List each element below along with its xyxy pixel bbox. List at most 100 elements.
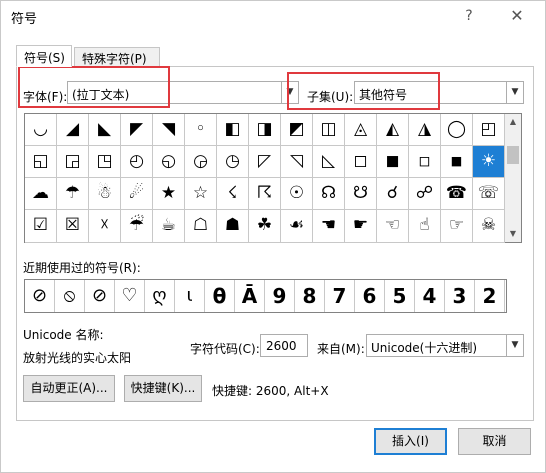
symbol-cell[interactable]: ◤ [121,114,153,146]
symbol-cell[interactable]: ◼ [377,146,409,178]
symbol-cell[interactable]: ◲ [57,146,89,178]
recent-symbol-cell[interactable]: θ [205,280,235,312]
symbol-cell[interactable]: ☈ [249,178,281,210]
cancel-button[interactable]: 取消 [458,428,531,455]
char-code-value: 2600 [266,339,297,353]
from-label: 来自(M): [317,342,365,356]
symbol-cell[interactable]: ◵ [153,146,185,178]
recent-symbol-cell[interactable]: ღ [145,280,175,312]
symbol-cell[interactable]: ◯ [441,114,473,146]
symbol-cell[interactable]: ☃ [89,178,121,210]
symbol-cell[interactable]: ☛ [345,210,377,243]
symbol-cell[interactable]: ◳ [89,146,121,178]
symbol-cell[interactable]: ◹ [281,146,313,178]
symbol-cell[interactable]: ☏ [473,178,505,210]
symbol-cell[interactable]: ☜ [377,210,409,243]
symbol-cell[interactable]: ◺ [313,146,345,178]
symbol-cell[interactable]: ☁ [25,178,57,210]
symbol-cell[interactable]: ☎ [441,178,473,210]
tab-special-characters[interactable]: 特殊字符(P) [74,47,160,67]
symbol-cell[interactable]: ◮ [409,114,441,146]
symbol-cell[interactable]: ◬ [345,114,377,146]
symbol-cell[interactable]: ◱ [25,146,57,178]
autocorrect-button[interactable]: 自动更正(A)... [23,375,115,402]
help-icon[interactable]: ? [458,6,480,26]
symbol-grid: ◡ ◢ ◣ ◤ ◥ ◦ ◧ ◨ ◩ ◫ ◬ ◭ ◮ ◯ ◰ ◱ ◲ ◳ ◴ ◵ ◶ ◷ ◸ ◹ ◺ ◻ ◼ ◽ ◾ ☀ ☁ ☂ ☃ ☄ ★ ☆ ☇ ☈ ☉ ☊… [24,113,507,243]
chevron-down-icon[interactable]: ▼ [506,82,523,103]
recent-symbol-cell[interactable]: ⊘ [85,280,115,312]
recent-symbol-cell[interactable]: ι [175,280,205,312]
from-select[interactable]: Unicode(十六进制) ▼ [366,334,524,357]
symbol-cell[interactable]: ◧ [217,114,249,146]
symbol-cell[interactable]: ☙ [281,210,313,243]
symbol-cell[interactable]: ☇ [217,178,249,210]
symbol-cell[interactable]: ☂ [57,178,89,210]
unicode-name-label: Unicode 名称: [23,328,104,342]
symbol-cell[interactable]: ☄ [121,178,153,210]
symbol-cell[interactable]: ☌ [377,178,409,210]
recent-symbol-cell[interactable]: 7 [325,280,355,312]
insert-button[interactable]: 插入(I) [374,428,447,455]
unicode-name-value: 放射光线的实心太阳 [23,351,132,365]
symbol-cell[interactable]: ◭ [377,114,409,146]
symbol-cell[interactable]: ◻ [345,146,377,178]
symbol-cell[interactable]: ◡ [25,114,57,146]
symbol-cell[interactable]: ◽ [409,146,441,178]
symbol-cell[interactable]: ◴ [121,146,153,178]
symbol-cell[interactable]: ☞ [441,210,473,243]
scroll-thumb[interactable] [507,146,519,164]
symbol-cell[interactable]: ☝ [409,210,441,243]
tab-symbols[interactable]: 符号(S) [16,45,72,67]
symbol-cell[interactable]: ☠ [473,210,505,243]
recent-symbol-cell[interactable]: ⦸ [55,280,85,312]
symbol-cell[interactable]: ☋ [345,178,377,210]
recent-symbol-cell[interactable]: 2 [475,280,505,312]
recent-symbols-row: ⊘ ⦸ ⊘ ♡ ღ ι θ Ā 9 8 7 6 5 4 3 2 [24,279,507,313]
recent-symbol-cell[interactable]: ⊘ [25,280,55,312]
char-code-label: 字符代码(C): [190,342,260,356]
symbol-cell[interactable]: ◦ [185,114,217,146]
symbol-cell[interactable]: ☗ [217,210,249,243]
recent-symbol-cell[interactable]: 5 [385,280,415,312]
symbol-cell[interactable]: ◶ [185,146,217,178]
symbol-cell[interactable]: ◷ [217,146,249,178]
recent-symbol-cell[interactable]: ♡ [115,280,145,312]
symbol-cell[interactable]: ◸ [249,146,281,178]
symbol-cell[interactable]: ☍ [409,178,441,210]
symbol-cell[interactable]: ◩ [281,114,313,146]
scroll-up-icon[interactable]: ▲ [505,114,521,130]
symbol-cell[interactable]: ◨ [249,114,281,146]
symbol-cell[interactable]: ◢ [57,114,89,146]
symbol-cell[interactable]: ◾ [441,146,473,178]
recent-symbol-cell[interactable]: 6 [355,280,385,312]
symbol-cell[interactable]: ☊ [313,178,345,210]
symbol-cell[interactable]: ☀ [473,146,505,178]
chevron-down-icon[interactable]: ▼ [506,335,523,356]
close-icon[interactable]: ✕ [506,6,528,26]
symbol-cell[interactable]: ☓ [89,210,121,243]
symbol-cell[interactable]: ☚ [313,210,345,243]
symbol-cell[interactable]: ☕ [153,210,185,243]
symbol-cell[interactable]: ★ [153,178,185,210]
symbol-cell[interactable]: ☆ [185,178,217,210]
symbol-cell[interactable]: ◰ [473,114,505,146]
symbol-cell[interactable]: ☒ [57,210,89,243]
symbol-grid-scrollbar[interactable]: ▲ ▼ [505,113,522,243]
scroll-down-icon[interactable]: ▼ [505,226,521,242]
symbol-cell[interactable]: ◫ [313,114,345,146]
symbol-cell[interactable]: ☘ [249,210,281,243]
recent-symbol-cell[interactable]: 3 [445,280,475,312]
title-bar: 符号 ? ✕ [1,1,545,31]
recent-symbol-cell[interactable]: 9 [265,280,295,312]
symbol-cell[interactable]: ☖ [185,210,217,243]
shortcut-key-button[interactable]: 快捷键(K)... [124,375,202,402]
symbol-cell[interactable]: ☑ [25,210,57,243]
recent-symbol-cell[interactable]: 4 [415,280,445,312]
symbol-cell[interactable]: ☉ [281,178,313,210]
symbol-cell[interactable]: ◣ [89,114,121,146]
recent-symbol-cell[interactable]: 8 [295,280,325,312]
char-code-input[interactable]: 2600 [260,334,308,357]
symbol-cell[interactable]: ☔ [121,210,153,243]
recent-symbol-cell[interactable]: Ā [235,280,265,312]
symbol-cell[interactable]: ◥ [153,114,185,146]
